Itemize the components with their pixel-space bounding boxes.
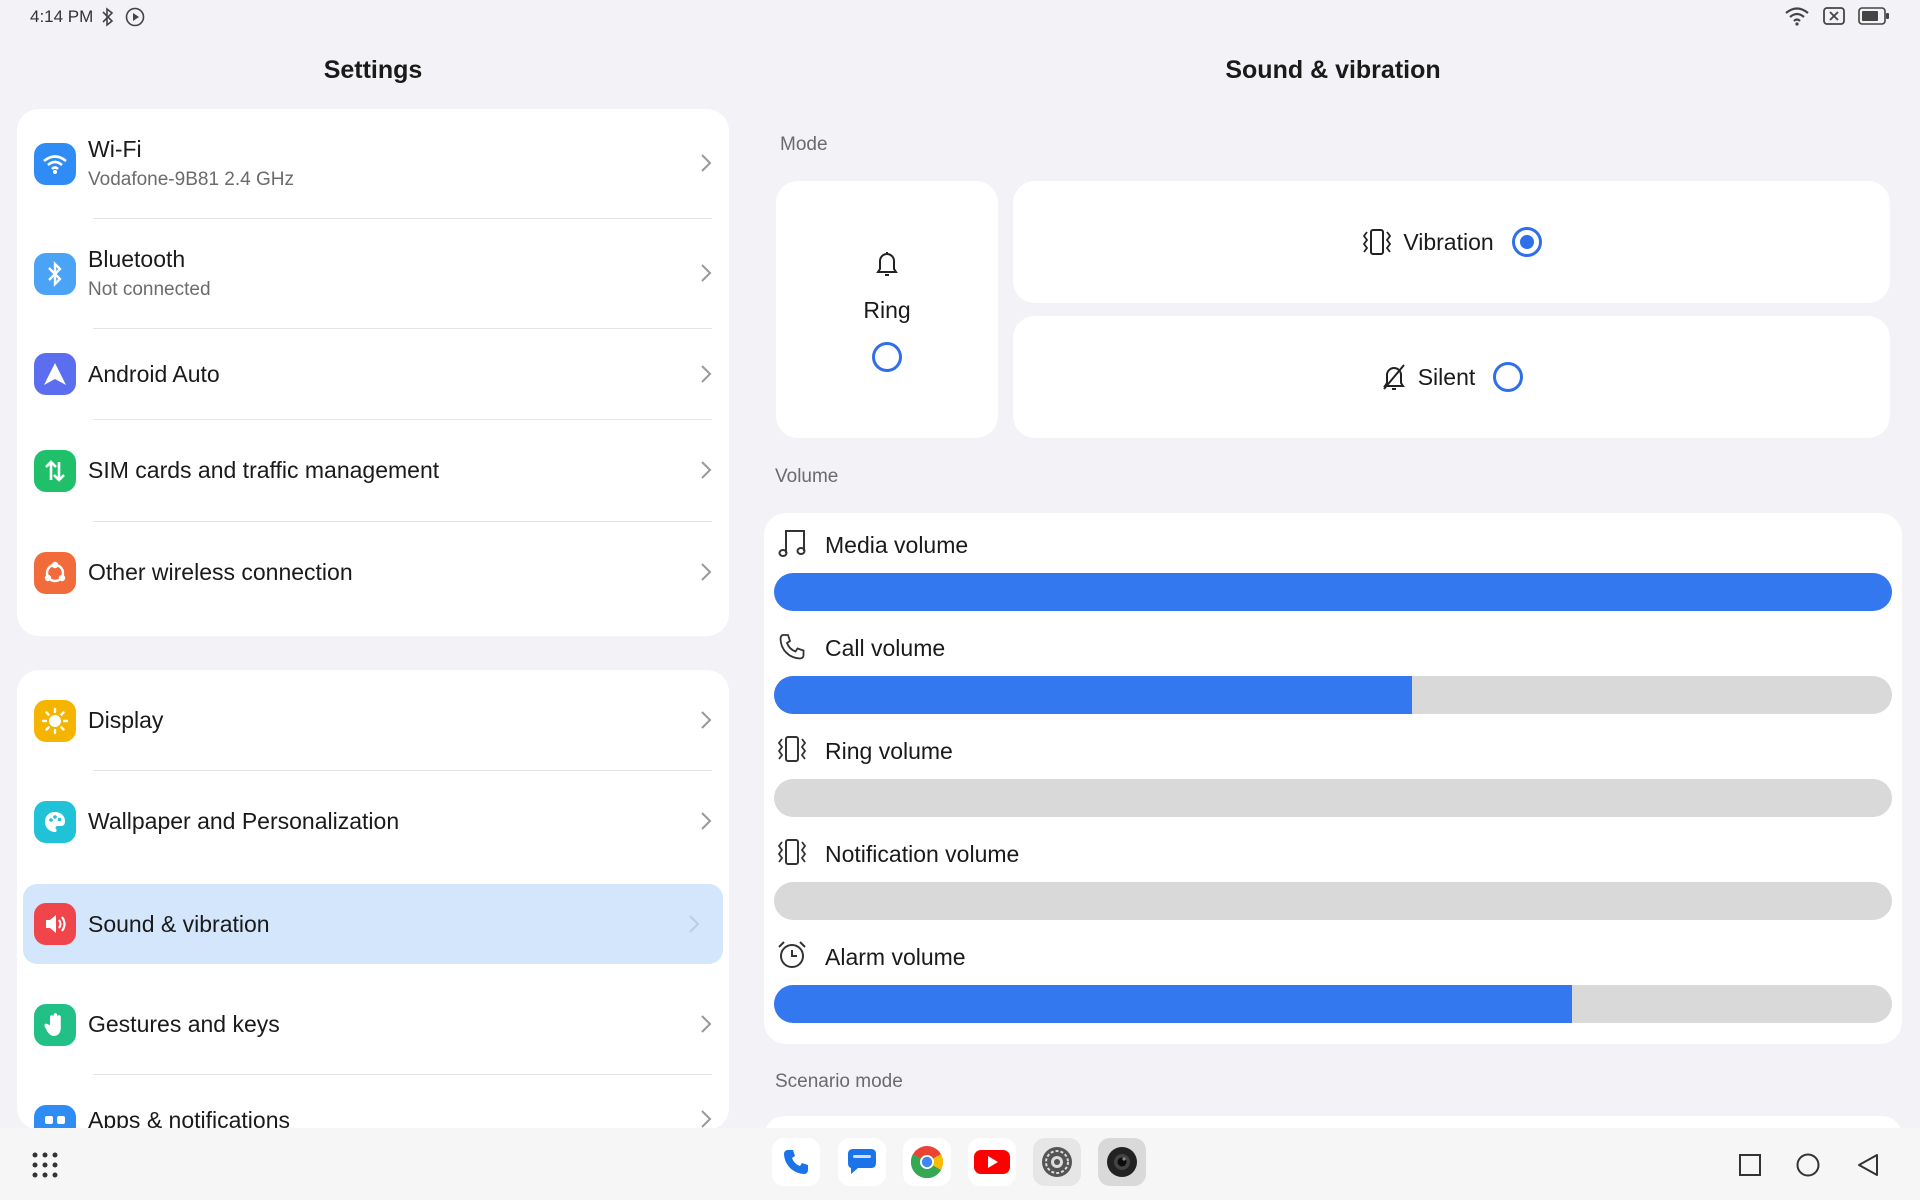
media-playing-icon — [124, 6, 146, 33]
wifi-signal-icon — [1784, 6, 1810, 31]
vibration-radio[interactable] — [1511, 227, 1542, 257]
chevron-right-icon — [701, 1015, 712, 1033]
call-volume-fill — [774, 676, 1413, 714]
silent-radio[interactable] — [1493, 362, 1524, 392]
media-volume-slider[interactable] — [774, 573, 1892, 611]
media-volume-label: Media volume — [825, 532, 969, 558]
alarm-volume-fill — [774, 985, 1573, 1023]
alarm-volume-label: Alarm volume — [825, 944, 966, 970]
bell-off-icon — [1382, 364, 1405, 390]
ring-mode-option[interactable]: Ring — [776, 181, 998, 438]
settings-item-wifi[interactable]: Wi-Fi Vodafone-9B81 2.4 GHz — [17, 109, 729, 209]
chevron-right-icon — [701, 563, 712, 581]
ring-label: Ring — [863, 297, 911, 323]
notification-volume-label: Notification volume — [825, 841, 1020, 867]
settings-group-connectivity: Wi-Fi Vodafone-9B81 2.4 GHz Bluetooth No… — [17, 109, 729, 636]
ring-volume-label: Ring volume — [825, 738, 953, 764]
chevron-right-icon — [701, 154, 712, 172]
vibration-label: Vibration — [1403, 228, 1494, 255]
settings-item-gestures[interactable]: Gestures and keys — [17, 974, 729, 1074]
call-volume-slider[interactable] — [774, 676, 1892, 714]
settings-item-label: Gestures and keys — [88, 1011, 280, 1037]
alarm-volume-slider[interactable] — [774, 985, 1892, 1023]
settings-item-label: Wallpaper and Personalization — [88, 808, 400, 834]
settings-item-label: SIM cards and traffic management — [88, 457, 440, 483]
ring-radio[interactable] — [872, 342, 902, 372]
status-time: 4:14 PM — [30, 7, 94, 26]
recents-button-icon[interactable] — [1738, 1153, 1762, 1177]
chevron-right-icon — [701, 1110, 712, 1128]
settings-item-label: Sound & vibration — [88, 911, 270, 937]
silent-mode-option[interactable]: Silent — [1013, 316, 1890, 438]
speaker-icon — [34, 903, 76, 945]
back-button-icon[interactable] — [1855, 1152, 1881, 1178]
volume-section-label: Volume — [775, 466, 839, 487]
bluetooth-status-icon — [100, 6, 116, 33]
settings-item-label: Other wireless connection — [88, 559, 353, 585]
vibrate-icon — [777, 839, 807, 865]
chevron-right-icon — [701, 365, 712, 383]
settings-item-label: Bluetooth — [88, 246, 186, 272]
chevron-right-icon — [689, 915, 700, 933]
chevron-right-icon — [701, 711, 712, 729]
settings-title: Settings — [323, 56, 423, 84]
no-sim-icon — [1822, 6, 1846, 31]
settings-item-label: Display — [88, 707, 164, 733]
settings-item-label: Apps & notifications — [88, 1107, 291, 1130]
chevron-right-icon — [701, 264, 712, 282]
settings-item-label: Android Auto — [88, 361, 220, 387]
chevron-right-icon — [701, 461, 712, 479]
silent-label: Silent — [1417, 363, 1476, 390]
sim-traffic-icon — [34, 450, 76, 492]
settings-item-sim-cards[interactable]: SIM cards and traffic management — [17, 420, 729, 522]
bluetooth-icon — [34, 253, 76, 295]
home-button-icon[interactable] — [1795, 1152, 1821, 1178]
settings-item-subtitle: Not connected — [88, 279, 211, 300]
status-bar: 4:14 PM — [0, 0, 1920, 36]
hand-icon — [34, 1004, 76, 1046]
palette-icon — [34, 801, 76, 843]
app-drawer-icon[interactable] — [30, 1150, 60, 1180]
bell-icon — [876, 252, 898, 276]
music-note-icon — [778, 530, 806, 557]
vibrate-icon — [777, 736, 807, 762]
settings-item-apps[interactable]: Apps & notifications — [17, 1075, 729, 1130]
settings-app-icon[interactable] — [1033, 1138, 1081, 1186]
alarm-clock-icon — [778, 941, 806, 968]
android-auto-icon — [34, 353, 76, 395]
ring-volume-slider[interactable] — [774, 779, 1892, 817]
notification-volume-slider[interactable] — [774, 882, 1892, 920]
youtube-app-icon[interactable] — [968, 1138, 1016, 1186]
chevron-right-icon — [701, 812, 712, 830]
call-volume-label: Call volume — [825, 635, 946, 661]
settings-item-label: Wi-Fi — [88, 136, 142, 162]
phone-app-icon[interactable] — [772, 1138, 820, 1186]
wifi-icon — [34, 143, 76, 185]
settings-item-sound-vibration[interactable]: Sound & vibration — [23, 884, 723, 964]
settings-item-other-wireless[interactable]: Other wireless connection — [17, 522, 729, 624]
settings-group-device: Display Wallpaper and Personalization So… — [17, 670, 729, 1130]
settings-item-bluetooth[interactable]: Bluetooth Not connected — [17, 219, 729, 319]
settings-item-android-auto[interactable]: Android Auto — [17, 329, 729, 420]
messages-app-icon[interactable] — [838, 1138, 886, 1186]
battery-icon — [1858, 7, 1890, 30]
camera-app-icon[interactable] — [1098, 1138, 1146, 1186]
wireless-connection-icon — [34, 552, 76, 594]
navigation-bar — [0, 1128, 1920, 1200]
chrome-app-icon[interactable] — [903, 1138, 951, 1186]
settings-item-wallpaper[interactable]: Wallpaper and Personalization — [17, 771, 729, 872]
settings-item-display[interactable]: Display — [17, 670, 729, 770]
vibrate-icon — [1363, 229, 1392, 255]
vibration-mode-option[interactable]: Vibration — [1013, 181, 1890, 303]
page-title: Sound & vibration — [1225, 56, 1441, 84]
scenario-mode-label: Scenario mode — [775, 1071, 903, 1092]
phone-icon — [779, 634, 805, 660]
mode-section-label: Mode — [780, 134, 828, 155]
media-volume-fill — [774, 573, 1892, 611]
settings-item-subtitle: Vodafone-9B81 2.4 GHz — [88, 169, 294, 190]
apps-icon — [34, 1105, 76, 1130]
display-sun-icon — [34, 700, 76, 742]
volume-card: Media volume Call volume Ring volume Not… — [764, 513, 1902, 1044]
